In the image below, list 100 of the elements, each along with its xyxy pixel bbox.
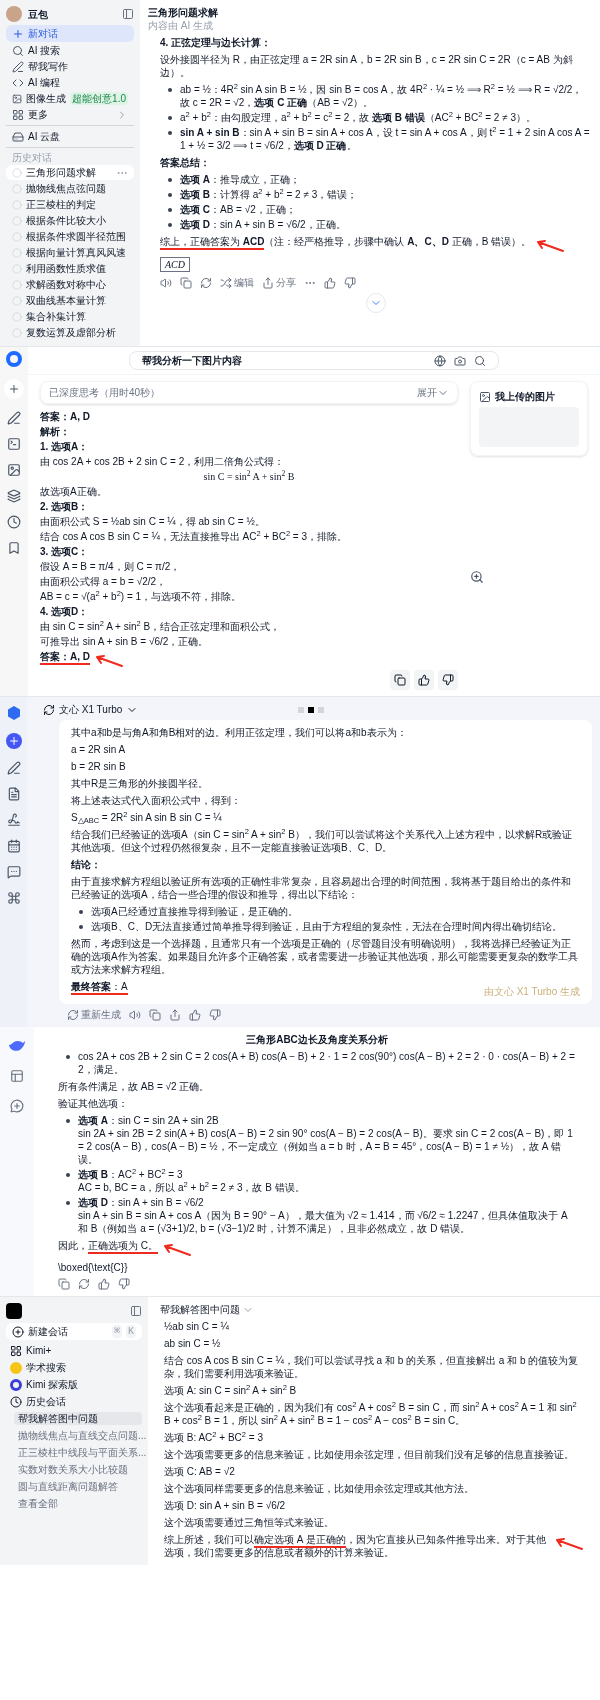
copy-icon[interactable] <box>149 1008 161 1021</box>
whale-logo[interactable] <box>8 1039 26 1053</box>
paragraph: 这个选项同样需要更多的信息来验证，比如使用余弦定理或其他方法。 <box>164 1482 475 1495</box>
thumbs-up-icon[interactable] <box>189 1008 201 1021</box>
model-icon <box>43 703 55 716</box>
nav-item[interactable]: Kimi+ <box>6 1344 142 1357</box>
boxed-answer: ACD <box>160 257 190 272</box>
history-item[interactable]: 根据条件比较大小 <box>6 213 134 228</box>
calendar-icon[interactable] <box>6 839 21 853</box>
zoom-in-icon[interactable] <box>470 570 484 584</box>
thumbs-down-icon[interactable] <box>118 1278 130 1290</box>
new-chat-button[interactable]: 新对话 <box>6 25 134 42</box>
chat-title: 三角形ABC边长及角度关系分析 <box>245 1033 389 1046</box>
history-item[interactable]: 正三棱柱的判定 <box>6 197 134 212</box>
layers-icon[interactable] <box>7 489 21 503</box>
page-indicator[interactable] <box>308 706 315 713</box>
history-item[interactable]: 复数运算及虚部分析 <box>6 325 134 340</box>
paragraph: 这个选项需要通过三角恒等式来验证。 <box>164 1516 335 1529</box>
copy-icon[interactable] <box>58 1278 70 1290</box>
plus-icon <box>12 27 24 40</box>
nav-item[interactable]: Kimi 探索版 <box>6 1378 142 1391</box>
paragraph: 答案：A, D <box>40 650 90 663</box>
search-field[interactable]: 帮我分析一下图片内容 <box>129 351 499 370</box>
image-icon <box>479 390 491 403</box>
history-item[interactable]: 抛物线焦点弦问题 <box>6 181 134 196</box>
paragraph: 由 cos 2A + cos 2B + 2 sin C = 2，利用二倍角公式得： <box>40 455 286 468</box>
app-logo[interactable] <box>6 705 21 721</box>
paragraph: 故选项A正确。 <box>40 485 108 498</box>
signature-icon[interactable] <box>6 813 21 827</box>
paragraph: 然而，考虑到这是一个选择题，且通常只有一个选项是正确的（尽管题目没有明确说明），我将选择已经验证为正确的选项A作为答案。如果题目允许多个正确答案，或者需要进一步验证其他选项，那么可能需要更复杂的数学工具或方法来求解方程组。 <box>71 937 579 976</box>
history-item[interactable]: 实数对数关系大小比较题 <box>14 1463 142 1476</box>
paragraph: ½ab sin C = ¼ <box>164 1320 230 1333</box>
thumbs-up-button[interactable] <box>414 670 434 690</box>
paragraph: 由于直接求解方程组以验证所有选项的正确性非常复杂，且容易超出合理的时间范围，我将基于题目给出的条件和已经验证的选项A，结合一些合理的假设和推导，得出以下结论： <box>71 875 572 901</box>
clock-icon[interactable] <box>7 515 21 529</box>
image-icon[interactable] <box>7 463 21 477</box>
thumbs-up-icon <box>418 674 430 686</box>
nav-item[interactable]: 帮我写作 <box>6 59 134 74</box>
new-chat-icon[interactable] <box>10 1099 24 1113</box>
pen-icon[interactable] <box>6 761 21 775</box>
chat-title[interactable]: 帮我解答图中问题 <box>148 1303 266 1316</box>
action-button[interactable]: 编辑 <box>220 276 254 289</box>
history-item[interactable]: 圆与直线距离问题解答 <box>14 1480 142 1493</box>
nav-item[interactable]: 更多 <box>6 107 134 122</box>
history-item[interactable]: 帮我解答图中问题 <box>14 1412 142 1425</box>
chat-icon[interactable] <box>6 865 21 879</box>
share-icon[interactable] <box>169 1008 181 1021</box>
list-item-detail: AC = b, BC = a，所以 a$^{2}$ + b$^{2}$ = 2 ≠ 3，故 B 错误。 <box>78 1181 305 1194</box>
copy-button[interactable] <box>390 670 410 690</box>
nav-item[interactable]: 图像生成 超能创意1.0 <box>6 91 134 106</box>
nav-item[interactable]: AI 搜索 <box>6 43 134 58</box>
regenerate-button[interactable]: 重新生成 <box>67 1008 121 1021</box>
refresh-icon[interactable] <box>78 1278 90 1290</box>
thumbs-up-icon[interactable] <box>324 276 336 289</box>
history-item[interactable]: 求解函数对称中心 <box>6 277 134 292</box>
thinking-toggle[interactable]: 已深度思考（用时40秒） 展开 <box>40 381 458 404</box>
action-button[interactable]: 分享 <box>262 276 296 289</box>
list-item-text: 选项 D：sin A + sin B = √6/2 <box>78 1196 205 1209</box>
globe-icon <box>434 354 446 367</box>
new-chat-button[interactable]: 新建会话 <box>12 1325 108 1338</box>
nav-item[interactable]: 学术搜索 <box>6 1361 142 1374</box>
brand-name: 豆包 <box>28 7 48 21</box>
nav-item[interactable]: AI 云盘 <box>6 129 134 144</box>
refresh-icon[interactable] <box>200 276 212 289</box>
history-item[interactable]: 根据条件求圆半径范围 <box>6 229 134 244</box>
history-item[interactable]: 集合补集计算 <box>6 309 134 324</box>
copy-icon[interactable] <box>180 276 192 289</box>
section-heading: 解析： <box>40 425 71 438</box>
speaker-icon[interactable] <box>160 276 172 289</box>
list-item-text: cos 2A + cos 2B + 2 sin C = 2 cos(A + B) cos(A − B) + 2 · 1 = 2 cos(90°) cos(A − B) + 2 = 2 · 0 · cos(A − B) + 2 = 2，满足。 <box>78 1050 576 1076</box>
paragraph: 所有条件满足，故 AB = √2 正确。 <box>58 1080 211 1093</box>
speaker-icon[interactable] <box>129 1008 141 1021</box>
document-icon[interactable] <box>6 787 21 801</box>
model-selector[interactable]: 文心 X1 Turbo <box>43 703 139 716</box>
command-icon[interactable] <box>6 891 21 905</box>
history-item[interactable]: 利用函数性质求值 <box>6 261 134 276</box>
app-logo[interactable] <box>6 1303 22 1319</box>
app-logo[interactable] <box>6 351 22 367</box>
bookmark-icon[interactable] <box>7 541 21 555</box>
history-item[interactable]: 根据向量计算真风风速 <box>6 245 134 260</box>
plus-icon <box>7 735 20 747</box>
thumbs-down-button[interactable] <box>438 670 458 690</box>
thumbs-down-icon[interactable] <box>344 276 356 289</box>
thumbs-down-icon[interactable] <box>209 1008 221 1021</box>
list-item-text: ab = ½：4R$^{2}$ sin A sin B = ½，因 sin B = cos A，故 4R$^{2}$ · ¼ = ½ ⟹ R$^{2}$ = ½ ⟹ R = √2/2，故 c = 2R = √2，选项 C 正确（AB = √2）。 <box>180 83 584 109</box>
history-item[interactable]: 双曲线基本量计算 <box>6 293 134 308</box>
view-all-link[interactable]: 查看全部 <box>14 1497 142 1510</box>
sidebar-toggle-icon[interactable] <box>10 1069 24 1083</box>
sidebar-toggle-icon[interactable] <box>122 8 134 20</box>
paragraph: 假设 A = B = π/4，则 C = π/2， <box>40 560 182 573</box>
explore-icon <box>10 1378 22 1391</box>
pen-icon[interactable] <box>7 411 21 425</box>
sidebar-toggle-icon[interactable] <box>130 1305 142 1317</box>
new-chat-button[interactable] <box>5 733 22 749</box>
nav-item[interactable]: AI 编程 <box>6 75 134 90</box>
history-item[interactable]: 三角形问题求解 <box>6 165 134 180</box>
thumbs-up-icon[interactable] <box>98 1278 110 1290</box>
list-item-text: 选项 B：计算得 a$^{2}$ + b$^{2}$ = 2 ≠ 3，错误； <box>180 188 358 201</box>
chat-title: 三角形问题求解 <box>148 6 219 19</box>
terminal-icon[interactable] <box>7 437 21 451</box>
